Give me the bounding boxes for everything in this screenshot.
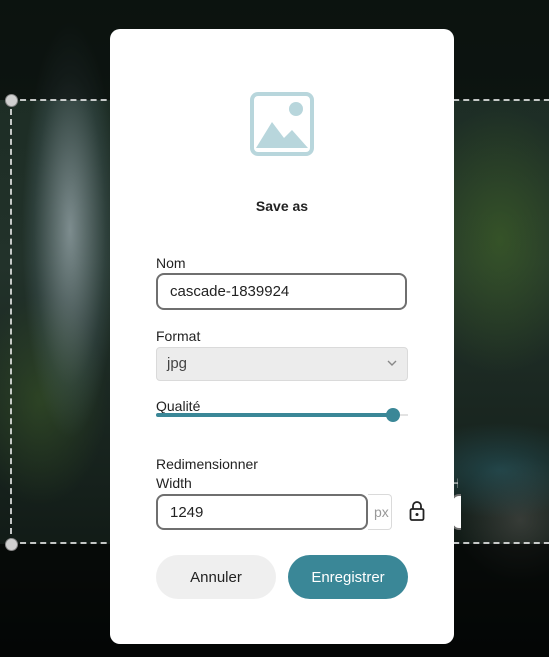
filename-input[interactable] xyxy=(156,273,407,310)
save-as-dialog: Save as Nom Format jpg Qualité Redimensi… xyxy=(110,29,454,644)
quality-label: Qualité xyxy=(156,398,201,414)
format-select[interactable]: jpg xyxy=(156,347,408,381)
resize-label: Redimensionner xyxy=(156,456,258,472)
chevron-down-icon xyxy=(387,360,397,366)
lock-icon[interactable] xyxy=(408,500,426,522)
crop-handle-bottom-left[interactable] xyxy=(5,538,18,551)
width-input[interactable] xyxy=(156,494,368,530)
name-label: Nom xyxy=(156,255,186,271)
format-label: Format xyxy=(156,328,201,344)
save-button[interactable]: Enregistrer xyxy=(288,555,408,599)
format-selected-value: jpg xyxy=(167,355,188,372)
cancel-button[interactable]: Annuler xyxy=(156,555,276,599)
dialog-title: Save as xyxy=(255,198,309,214)
crop-handle-top-left[interactable] xyxy=(5,94,18,107)
image-icon xyxy=(250,92,314,156)
width-label: Width xyxy=(156,475,192,491)
quality-slider-fill[interactable] xyxy=(156,413,393,417)
quality-slider-thumb[interactable] xyxy=(386,408,400,422)
width-unit: px xyxy=(368,494,392,530)
